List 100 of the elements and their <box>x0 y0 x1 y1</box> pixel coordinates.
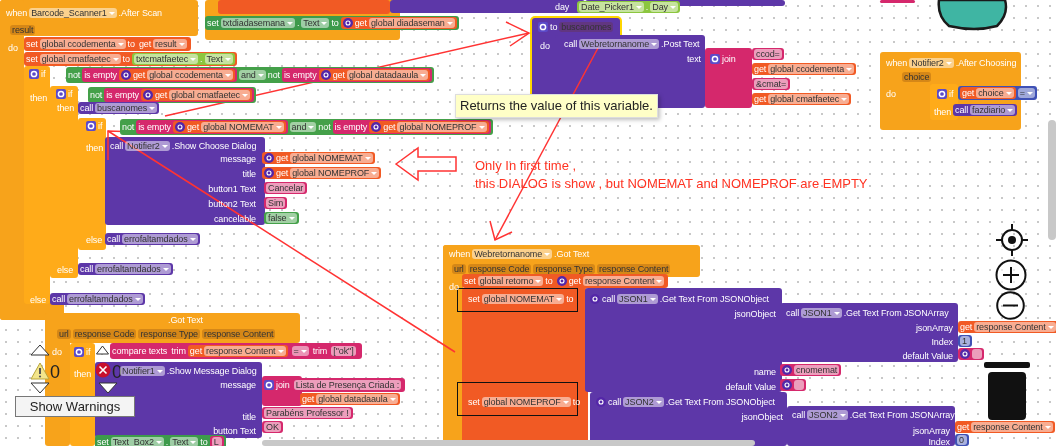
code-block[interactable]: is empty get global NOMEMAT <box>136 120 288 134</box>
zoom-out-icon[interactable] <box>996 291 1025 320</box>
dropdown-field[interactable]: Date_Picker1 <box>579 2 644 12</box>
dropdown-field[interactable]: response Content <box>582 276 665 286</box>
code-block[interactable]: get response Content <box>958 321 1056 333</box>
down-arrow-icon[interactable] <box>30 382 50 394</box>
parameter-chip[interactable]: response Code <box>72 329 137 339</box>
code-block[interactable]: compare texts trim get response Content = trim ["ok"] <box>110 343 362 359</box>
code-block[interactable]: get result <box>136 38 189 50</box>
dropdown-field[interactable]: Text <box>301 18 330 28</box>
dropdown-field[interactable]: JSON2 <box>807 410 848 420</box>
code-block[interactable]: get global ccodementa <box>118 69 235 81</box>
code-block[interactable]: get global datadaaula <box>318 69 431 81</box>
parameter-chip[interactable]: choice <box>902 72 932 82</box>
value-chip[interactable]: 0 <box>957 435 967 445</box>
gear-icon[interactable] <box>86 121 96 131</box>
dropdown-field[interactable]: response Content <box>204 346 286 356</box>
parameter-chip[interactable]: result <box>10 25 36 35</box>
gear-icon[interactable] <box>74 347 84 357</box>
code-block[interactable]: get global diadaseman <box>340 17 457 29</box>
code-block[interactable]: set global retorno to get response Content <box>462 274 669 288</box>
help-icon[interactable] <box>556 276 567 286</box>
code-block[interactable]: get global NOMEMAT <box>262 152 375 164</box>
code-block[interactable]: is empty get global datadaaula <box>281 68 433 82</box>
dropdown-field[interactable]: result <box>153 39 187 49</box>
value-chip[interactable]: ["ok"] <box>331 346 356 356</box>
dropdown-field[interactable]: Text <box>204 54 233 64</box>
code-block[interactable]: get global NOMEPROF <box>262 167 382 179</box>
value-chip[interactable]: ccod= <box>754 49 782 59</box>
up-arrow-icon[interactable] <box>96 345 109 355</box>
value-chip[interactable]: cnomemat <box>794 365 840 375</box>
code-block[interactable]: not is empty get global NOMEMAT and not is empty get global NOMEPROF <box>120 119 493 135</box>
dropdown-field[interactable]: global diadaseman <box>368 18 455 28</box>
down-arrow-icon[interactable] <box>98 382 118 394</box>
show-warnings-button[interactable]: Show Warnings <box>15 396 135 417</box>
value-chip[interactable]: 1 <box>960 336 970 346</box>
gear-icon[interactable] <box>29 69 39 79</box>
code-block[interactable]: Date_Picker1 . Day <box>577 1 680 13</box>
up-arrow-icon[interactable] <box>30 344 50 356</box>
dropdown-field[interactable]: Webretornanome <box>579 39 660 49</box>
help-icon[interactable] <box>960 349 970 359</box>
scrollbar[interactable] <box>262 440 755 446</box>
dropdown-field[interactable]: global datadaaula <box>346 70 429 80</box>
code-block[interactable]: call buscanomes <box>78 102 160 114</box>
dropdown-field[interactable]: Day <box>650 2 678 12</box>
dropdown-field[interactable]: errofaltamdados <box>67 294 143 304</box>
help-icon[interactable] <box>371 122 382 132</box>
dropdown-field[interactable]: JSON1 <box>617 294 658 304</box>
dropdown-field[interactable]: global ccodementa <box>39 39 126 49</box>
gear-icon[interactable] <box>937 89 947 99</box>
code-block[interactable]: not is empty get global cmatfaetec <box>88 87 256 103</box>
code-block[interactable]: get response Content <box>554 275 667 287</box>
code-block[interactable]: get response Content <box>187 345 288 357</box>
help-icon[interactable] <box>596 397 606 407</box>
parameter-chip[interactable]: url <box>452 264 466 274</box>
code-block[interactable]: call fazdiario <box>953 104 1018 116</box>
code-block[interactable]: get global datadaaula <box>300 393 400 405</box>
zoom-in-icon[interactable] <box>995 259 1027 291</box>
dropdown-field[interactable]: Text_Box2 <box>110 437 164 446</box>
code-block[interactable]: call errofaltamdados <box>105 233 200 245</box>
code-block[interactable]: get choice <box>960 87 1016 99</box>
code-block[interactable]: get global cmatfaetec <box>140 89 252 101</box>
gear-icon[interactable] <box>538 22 548 32</box>
help-icon[interactable] <box>342 18 353 28</box>
help-icon[interactable] <box>142 90 153 100</box>
dropdown-field[interactable]: = <box>1017 88 1035 98</box>
code-block[interactable]: cnomemat <box>780 364 842 376</box>
dropdown-field[interactable]: global ccodementa <box>768 64 855 74</box>
code-block[interactable]: call errofaltamdados <box>78 263 173 275</box>
value-chip[interactable]: &cmat= <box>754 79 789 89</box>
dropdown-field[interactable]: txtdiadasemana <box>220 18 295 28</box>
code-block[interactable]: set global ccodementa to get result <box>24 37 191 51</box>
dropdown-field[interactable]: global NOMEMAT <box>290 153 373 163</box>
dropdown-field[interactable]: JSON1 <box>801 308 842 318</box>
code-block[interactable]: is empty get global ccodementa <box>82 68 237 82</box>
dropdown-field[interactable]: global cmatfaetec <box>768 94 850 104</box>
code-block[interactable]: get choice = <box>958 86 1037 100</box>
dropdown-field[interactable]: Webretornanome <box>472 249 553 259</box>
trash-icon[interactable] <box>982 362 1032 420</box>
code-block[interactable]: get response Content <box>955 421 1055 433</box>
help-icon[interactable] <box>120 70 131 80</box>
code-block[interactable]: set txtdiadasemana . Text to get global diadaseman <box>205 16 459 30</box>
code-block[interactable]: trim get response Content <box>169 344 290 358</box>
gear-icon[interactable] <box>264 380 274 390</box>
dropdown-field[interactable]: global retorno <box>477 276 544 286</box>
dropdown-field[interactable]: Notifier2 <box>125 141 170 151</box>
dropdown-field[interactable]: buscanomes <box>95 103 158 113</box>
code-block[interactable]: set global cmatfaetec to txtcmatfaetec . Text <box>24 52 237 66</box>
dropdown-field[interactable]: txtcmatfaetec <box>133 54 199 64</box>
dropdown-field[interactable]: response Content <box>971 422 1053 432</box>
dropdown-field[interactable]: global ccodementa <box>147 70 233 80</box>
dropdown-field[interactable]: Text <box>170 437 199 446</box>
scrollbar[interactable] <box>1048 120 1056 240</box>
gear-icon[interactable] <box>710 54 720 64</box>
parameter-chip[interactable]: response Content <box>202 329 276 339</box>
parameter-chip[interactable]: response Content <box>597 264 671 274</box>
value-chip[interactable]: Sim <box>266 198 286 208</box>
dropdown-field[interactable]: Barcode_Scanner1 <box>29 8 117 18</box>
dropdown-field[interactable]: global NOMEPROF <box>481 397 571 407</box>
dropdown-field[interactable]: global datadaaula <box>316 394 398 404</box>
